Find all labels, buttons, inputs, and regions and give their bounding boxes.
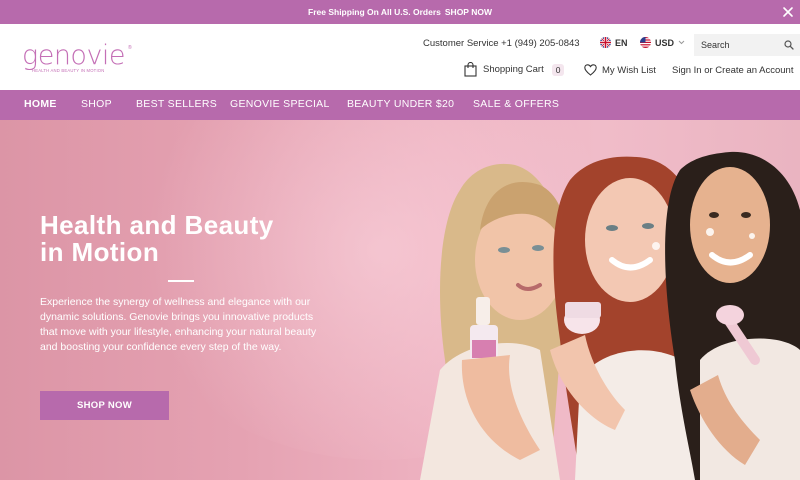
announcement-text: Free Shipping On All U.S. Orders: [308, 7, 441, 17]
main-navigation: HOME SHOP BEST SELLERS GENOVIE SPECIAL B…: [0, 90, 800, 120]
nav-item-home[interactable]: HOME: [24, 98, 57, 110]
model-left: [420, 163, 566, 480]
nav-item-best-sellers[interactable]: BEST SELLERS: [136, 98, 217, 110]
hero-shop-now-button[interactable]: SHOP NOW: [40, 391, 169, 420]
language-selector[interactable]: EN: [600, 37, 628, 48]
currency-selector[interactable]: USD: [640, 37, 685, 48]
close-icon[interactable]: [780, 4, 796, 20]
search-icon[interactable]: [784, 40, 794, 50]
nav-item-genovie-special[interactable]: GENOVIE SPECIAL: [230, 98, 330, 110]
announcement-shop-link[interactable]: SHOP NOW: [445, 7, 492, 17]
account-link[interactable]: Sign In or Create an Account: [672, 65, 793, 76]
hero-banner: Health and Beauty in Motion Experience t…: [0, 120, 800, 480]
hero-title-line-1: Health and Beauty: [40, 210, 274, 240]
site-header: genovie ® HEALTH AND BEAUTY IN MOTION Cu…: [0, 24, 800, 90]
search-input[interactable]: [701, 40, 781, 50]
nav-item-shop[interactable]: SHOP: [81, 98, 112, 110]
heart-icon: [584, 64, 597, 76]
logo-tagline: HEALTH AND BEAUTY IN MOTION: [32, 68, 105, 73]
brand-logo[interactable]: genovie ® HEALTH AND BEAUTY IN MOTION: [22, 42, 142, 76]
chevron-down-icon: [678, 40, 685, 45]
logo-wordmark: genovie: [22, 40, 126, 71]
customer-service-phone[interactable]: Customer Service +1 (949) 205-0843: [423, 38, 580, 49]
cart-count-badge: 0: [551, 63, 565, 76]
shopping-cart-label: Shopping Cart: [483, 64, 544, 75]
language-label: EN: [615, 37, 628, 48]
nav-item-beauty-under-20[interactable]: BEAUTY UNDER $20: [347, 98, 454, 110]
us-flag-icon: [640, 37, 651, 48]
hero-divider: [168, 280, 194, 282]
currency-label: USD: [655, 37, 675, 48]
cart-icon: [464, 62, 477, 77]
nav-item-sale-offers[interactable]: SALE & OFFERS: [473, 98, 559, 110]
shopping-cart-link[interactable]: Shopping Cart 0: [464, 62, 565, 77]
wishlist-label: My Wish List: [602, 64, 656, 76]
logo-registered-mark: ®: [128, 45, 132, 51]
hero-title: Health and Beauty in Motion: [40, 212, 360, 266]
hero-title-line-2: in Motion: [40, 237, 160, 267]
announcement-bar: Free Shipping On All U.S. Orders SHOP NO…: [0, 0, 800, 24]
wishlist-link[interactable]: My Wish List: [584, 64, 656, 76]
uk-flag-icon: [600, 37, 611, 48]
hero-models-photo: [420, 151, 800, 480]
search-box[interactable]: [694, 34, 800, 56]
hero-description: Experience the synergy of wellness and e…: [40, 296, 317, 353]
